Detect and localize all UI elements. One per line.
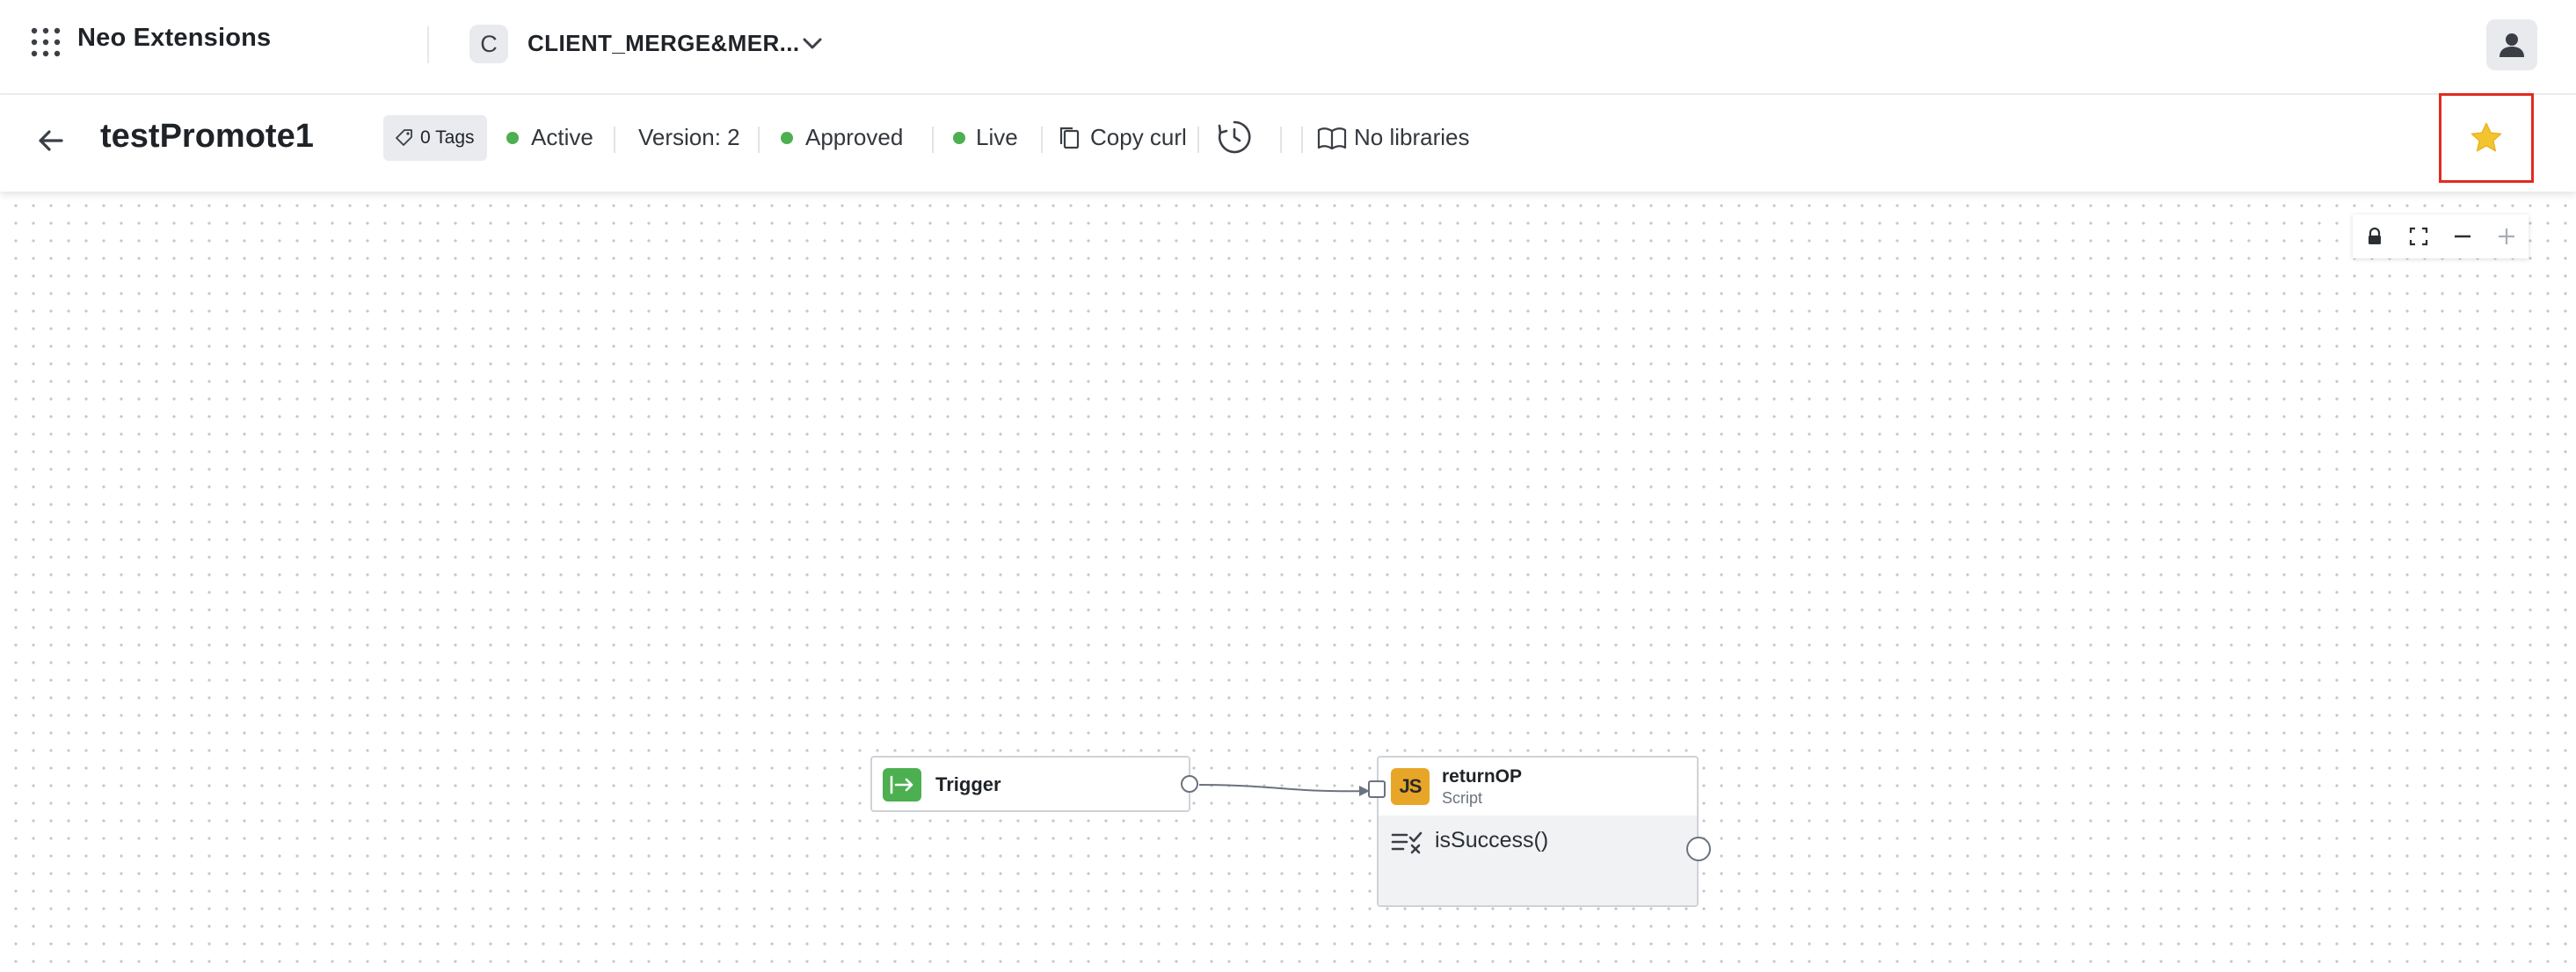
- tags-button[interactable]: 0 Tags: [383, 115, 487, 161]
- libraries-label: No libraries: [1354, 124, 1470, 150]
- script-node[interactable]: JS returnOP Script isSuccess(): [1377, 756, 1699, 907]
- arrow-left-icon[interactable]: [32, 121, 70, 160]
- user-avatar-button[interactable]: [2486, 19, 2537, 70]
- workflow-header: testPromote1 0 Tags Active Version: 2 Ap…: [0, 95, 2576, 192]
- client-selector-label[interactable]: CLIENT_MERGE&MER...: [528, 30, 800, 57]
- approval-label: Approved: [805, 124, 904, 150]
- status-indicator: Active: [506, 124, 593, 151]
- zoom-in-button[interactable]: [2485, 214, 2529, 258]
- divider: [614, 127, 615, 153]
- workflow-title: testPromote1: [100, 118, 314, 155]
- chevron-down-icon[interactable]: [797, 28, 828, 60]
- divider: [1280, 127, 1282, 153]
- lock-button[interactable]: [2353, 214, 2397, 258]
- user-icon: [2500, 33, 2524, 57]
- trigger-output-handle[interactable]: [1181, 775, 1198, 793]
- approval-dot: [781, 131, 793, 144]
- minus-icon: [2455, 235, 2470, 238]
- script-node-subtitle: Script: [1442, 789, 1483, 807]
- condition-output-handle[interactable]: [1686, 837, 1711, 861]
- star-icon: [2470, 122, 2502, 152]
- environment-indicator: Live: [953, 124, 1018, 151]
- app-bar: Neo Extensions C CLIENT_MERGE&MER...: [0, 0, 2576, 95]
- app-title: Neo Extensions: [77, 24, 272, 52]
- environment-dot: [953, 131, 965, 144]
- version-indicator: Version: 2: [638, 124, 740, 151]
- trigger-icon: [883, 768, 921, 802]
- plus-icon: [2499, 228, 2514, 244]
- apps-grid-icon[interactable]: [30, 26, 62, 58]
- trigger-node-label: Trigger: [935, 773, 1001, 795]
- copy-icon: [1059, 127, 1080, 149]
- version-label: Version: 2: [638, 124, 740, 150]
- book-icon: [1317, 127, 1347, 149]
- workflow-canvas[interactable]: [0, 192, 2576, 972]
- tag-icon: [396, 129, 412, 146]
- approval-indicator: Approved: [781, 124, 903, 151]
- copy-curl-label: Copy curl: [1090, 124, 1187, 150]
- favorite-button[interactable]: [2439, 93, 2534, 183]
- tags-label: 0 Tags: [420, 127, 475, 148]
- fit-view-button[interactable]: [2397, 214, 2441, 258]
- copy-curl-button[interactable]: Copy curl: [1057, 124, 1187, 151]
- divider: [427, 26, 429, 63]
- status-dot: [506, 131, 519, 144]
- script-input-handle[interactable]: [1368, 780, 1386, 798]
- environment-label: Live: [976, 124, 1018, 150]
- zoom-out-button[interactable]: [2441, 214, 2485, 258]
- script-node-title: returnOP: [1442, 766, 1523, 787]
- trigger-node[interactable]: Trigger: [870, 756, 1190, 812]
- divider: [932, 127, 934, 153]
- canvas-controls: [2353, 214, 2529, 258]
- history-timer-icon[interactable]: [1215, 118, 1254, 156]
- fullscreen-icon: [2409, 227, 2428, 246]
- client-avatar[interactable]: C: [469, 25, 508, 63]
- status-label: Active: [531, 124, 593, 150]
- divider: [1301, 127, 1303, 153]
- script-node-body: isSuccess(): [1379, 816, 1697, 905]
- condition-label: isSuccess(): [1435, 828, 1549, 852]
- javascript-icon: JS: [1391, 768, 1430, 805]
- lock-icon: [2369, 227, 2381, 244]
- divider: [758, 127, 760, 153]
- divider: [1197, 127, 1199, 153]
- libraries-button[interactable]: No libraries: [1317, 124, 1470, 151]
- condition-check-icon: [1391, 831, 1423, 854]
- divider: [1041, 127, 1043, 153]
